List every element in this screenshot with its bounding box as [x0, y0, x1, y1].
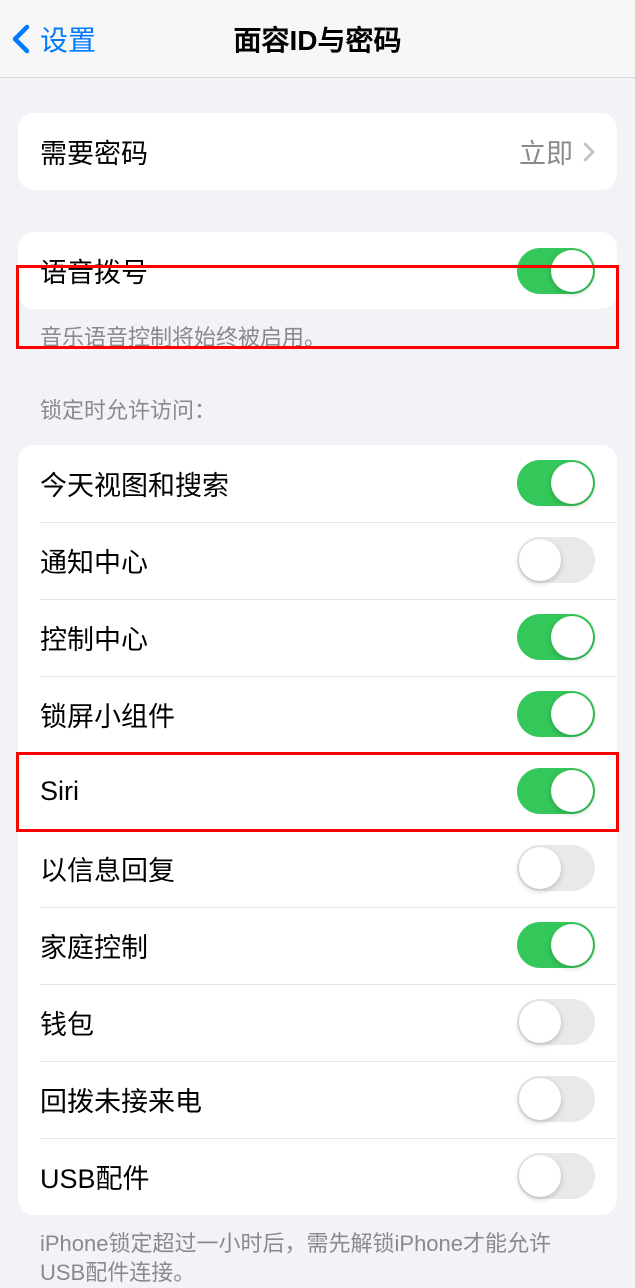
toggle-knob [519, 1155, 561, 1197]
toggle-knob [551, 924, 593, 966]
locked-access-toggle[interactable] [517, 1153, 595, 1199]
voice-dial-footer: 音乐语音控制将始终被启用。 [18, 309, 617, 353]
locked-access-header: 锁定时允许访问： [18, 393, 617, 433]
locked-access-row: 通知中心 [18, 522, 617, 599]
toggle-knob [519, 847, 561, 889]
toggle-knob [551, 462, 593, 504]
locked-access-label: Siri [40, 776, 517, 807]
locked-access-toggle[interactable] [517, 999, 595, 1045]
toggle-knob [519, 539, 561, 581]
locked-access-toggle[interactable] [517, 922, 595, 968]
require-passcode-label: 需要密码 [40, 132, 519, 171]
locked-access-group: 今天视图和搜索通知中心控制中心锁屏小组件 Siri 以信息回复家庭控制钱包回拨未接来… [18, 445, 617, 1215]
locked-access-toggle[interactable] [517, 1076, 595, 1122]
require-passcode-value: 立即 [519, 132, 573, 171]
locked-access-row: USB配件 [18, 1138, 617, 1215]
locked-access-label: 家庭控制 [40, 926, 517, 965]
locked-access-row: 家庭控制 [18, 907, 617, 984]
voice-dial-label: 语音拨号 [40, 251, 517, 290]
require-passcode-group: 需要密码 立即 [18, 113, 617, 190]
toggle-knob [551, 250, 593, 292]
locked-access-toggle[interactable] [517, 460, 595, 506]
toggle-knob [551, 616, 593, 658]
navigation-header: 设置 面容ID与密码 [0, 0, 635, 78]
voice-dial-row: 语音拨号 [18, 232, 617, 309]
locked-access-row: 以信息回复 [18, 830, 617, 907]
locked-access-row: Siri [18, 753, 617, 830]
locked-access-row: 回拨未接来电 [18, 1061, 617, 1138]
locked-access-footer: iPhone锁定超过一小时后，需先解锁iPhone才能允许USB配件连接。 [18, 1215, 617, 1288]
locked-access-label: 通知中心 [40, 541, 517, 580]
locked-access-label: 以信息回复 [40, 849, 517, 888]
locked-access-label: 今天视图和搜索 [40, 464, 517, 503]
back-label: 设置 [40, 19, 96, 59]
locked-access-label: 锁屏小组件 [40, 695, 517, 734]
locked-access-row: 控制中心 [18, 599, 617, 676]
toggle-knob [551, 693, 593, 735]
locked-access-label: 钱包 [40, 1003, 517, 1042]
locked-access-label: 回拨未接来电 [40, 1080, 517, 1119]
voice-dial-toggle[interactable] [517, 248, 595, 294]
toggle-knob [519, 1001, 561, 1043]
locked-access-toggle[interactable] [517, 768, 595, 814]
locked-access-toggle[interactable] [517, 614, 595, 660]
chevron-left-icon [12, 24, 30, 54]
chevron-right-icon [583, 142, 595, 162]
back-button[interactable]: 设置 [0, 19, 96, 59]
locked-access-row: 今天视图和搜索 [18, 445, 617, 522]
locked-access-toggle[interactable] [517, 537, 595, 583]
locked-access-label: USB配件 [40, 1157, 517, 1196]
require-passcode-row[interactable]: 需要密码 立即 [18, 113, 617, 190]
locked-access-toggle[interactable] [517, 691, 595, 737]
locked-access-row: 锁屏小组件 [18, 676, 617, 753]
voice-dial-group: 语音拨号 [18, 232, 617, 309]
locked-access-row: 钱包 [18, 984, 617, 1061]
locked-access-toggle[interactable] [517, 845, 595, 891]
locked-access-label: 控制中心 [40, 618, 517, 657]
toggle-knob [551, 770, 593, 812]
toggle-knob [519, 1078, 561, 1120]
